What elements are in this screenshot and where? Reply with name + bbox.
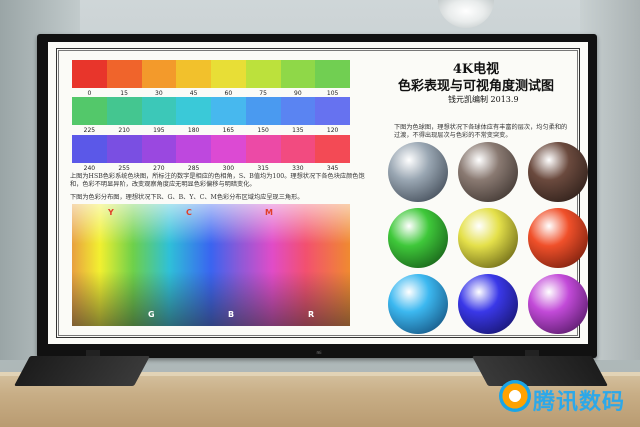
hue-label: 270 [153, 165, 165, 172]
hue-label: 180 [187, 127, 200, 134]
hue-label: 345 [326, 165, 339, 172]
hue-swatch [211, 135, 246, 163]
stand-logo: mi [316, 350, 322, 355]
spectrum-description: 下图为色彩分布图，理想状况下R、G、B、Y、C、M色彩分布区域均应呈现三角形。 [70, 194, 304, 201]
hue-label: 90 [294, 90, 302, 97]
author-line: 钱元凯编制 2013.9 [448, 95, 519, 104]
color-ball [458, 142, 518, 202]
hue-swatch [245, 97, 281, 125]
color-ball [388, 274, 448, 334]
hue-swatch [72, 135, 107, 163]
hue-strip-1 [72, 60, 350, 88]
hue-swatch [280, 60, 316, 88]
hue-label: 285 [187, 165, 200, 172]
hue-label: 210 [118, 127, 130, 134]
hue-swatch [141, 60, 177, 88]
hue-swatch [106, 97, 142, 125]
title-line-2: 色彩表现与可视角度测试图 [397, 79, 554, 94]
hue-swatch [176, 60, 211, 88]
hue-swatch [280, 135, 316, 163]
hue-swatch [141, 135, 177, 163]
label-r: R [308, 310, 315, 319]
watermark-logo-icon [499, 380, 531, 412]
hue-swatch [245, 135, 281, 163]
hue-label: 105 [326, 90, 339, 97]
color-ball [458, 208, 518, 268]
watermark-text: 腾讯数码 [533, 390, 626, 415]
hue-swatch [315, 135, 350, 163]
color-distribution-chart: Y C M G B R [72, 204, 350, 326]
hue-strip-3 [72, 135, 350, 163]
hue-label: 165 [222, 127, 235, 134]
color-ball [528, 274, 588, 334]
hue-swatch [106, 135, 142, 163]
hue-swatch [176, 97, 211, 125]
color-ball [458, 274, 518, 334]
hue-label: 120 [326, 127, 339, 134]
hue-labels-1: 0 15 30 45 60 75 90 105 [72, 90, 350, 97]
hue-swatch [72, 97, 107, 125]
hue-label: 30 [155, 90, 163, 97]
hue-swatch [280, 97, 316, 125]
hue-label: 240 [83, 165, 96, 172]
label-g: G [148, 310, 155, 319]
tv-screen: 0 15 30 45 60 75 90 105 225 210 195 180 165 150 135 12… [48, 42, 588, 344]
color-ball [388, 142, 448, 202]
hue-labels-3: 240 255 270 285 300 315 330 345 [72, 165, 350, 172]
hue-swatch [211, 60, 246, 88]
color-ball [388, 208, 448, 268]
hue-label: 300 [222, 165, 235, 172]
hue-swatch [315, 60, 350, 88]
hue-swatch [72, 60, 107, 88]
stand-foot-left [14, 356, 150, 386]
hue-swatch [315, 97, 350, 125]
hue-strip-2 [72, 97, 350, 125]
hue-swatch [141, 97, 177, 125]
hue-label: 60 [224, 90, 233, 97]
hue-label: 15 [120, 90, 128, 97]
watermark: 腾讯数码 [499, 378, 637, 418]
label-c: C [186, 208, 192, 217]
hue-label: 75 [259, 90, 267, 97]
hue-label: 135 [292, 127, 304, 134]
ceiling-lamp [438, 0, 494, 28]
hue-swatch [106, 60, 142, 88]
hue-label: 330 [292, 165, 304, 172]
hue-labels-2: 225 210 195 180 165 150 135 120 [72, 127, 350, 134]
hue-swatch [211, 97, 246, 125]
balls-description: 下图为色球图，理想状况下各球体应有丰富的层次，均匀柔和的过渡，不得出现层次与色彩… [394, 124, 568, 139]
hue-swatch [176, 135, 211, 163]
hue-label: 195 [153, 127, 165, 134]
hue-label: 0 [87, 90, 92, 97]
color-ball [528, 208, 588, 268]
strips-description: 上图为HSB色彩系统色块图，所标注的数字是相应的色相角，S、B值均为100。理想… [70, 173, 365, 188]
hue-swatch [245, 60, 281, 88]
label-b: B [228, 310, 235, 319]
label-m: M [265, 208, 273, 217]
hue-label: 45 [189, 90, 198, 97]
label-y: Y [108, 208, 114, 217]
hue-label: 255 [118, 165, 130, 172]
hue-label: 225 [83, 127, 96, 134]
color-ball [528, 142, 588, 202]
hue-label: 315 [257, 165, 269, 172]
hue-label: 150 [257, 127, 269, 134]
